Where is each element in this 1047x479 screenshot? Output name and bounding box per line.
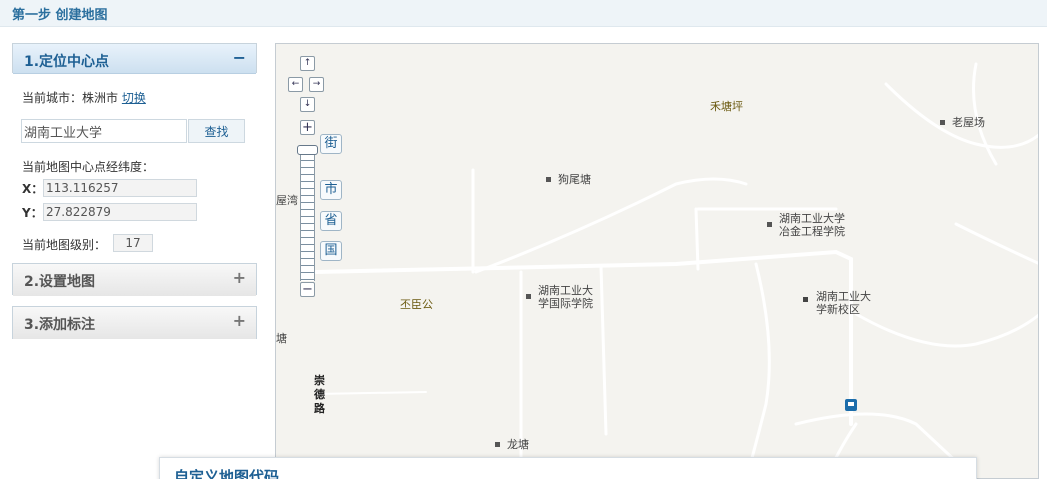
zoom-slider-track[interactable]	[300, 147, 315, 281]
map-label-chongde-1: 崇	[314, 374, 325, 387]
map-label-chongde-3: 路	[314, 402, 325, 415]
map-label-wuwan: 屋湾	[276, 194, 298, 207]
map-label-yejin-2: 冶金工程学院	[779, 225, 845, 238]
step-title: 第一步 创建地图	[12, 8, 108, 23]
step-header: 第一步 创建地图	[0, 0, 1047, 27]
section-map-settings-title: 2.设置地图	[24, 274, 96, 290]
collapse-icon[interactable]: −	[233, 48, 246, 67]
zoom-level-province[interactable]: 省	[320, 211, 342, 231]
x-coord-field[interactable]: 113.116257	[43, 179, 197, 197]
pan-left-button[interactable]: ←	[288, 77, 303, 92]
current-city-label: 当前城市：	[22, 91, 83, 105]
map-label-xinxiaoqu-2: 学新校区	[816, 303, 860, 316]
custom-map-code-title: 自定义地图代码	[174, 468, 280, 479]
poi-dot	[940, 120, 945, 125]
current-city-row: 当前城市：株洲市 切换	[22, 89, 146, 106]
map-label-guoji-2: 学国际学院	[538, 297, 593, 310]
search-input[interactable]	[21, 119, 187, 143]
map-label-chongde-2: 德	[314, 388, 325, 401]
section-map-settings: 2.设置地图 +	[12, 263, 257, 296]
zoom-level-street[interactable]: 街	[320, 134, 342, 154]
poi-dot	[546, 177, 551, 182]
section-add-markers-title: 3.添加标注	[24, 317, 96, 333]
expand-icon[interactable]: +	[233, 268, 246, 287]
zoom-level-city[interactable]: 市	[320, 180, 342, 200]
section-locate-center-header[interactable]: 1.定位中心点 −	[13, 44, 256, 74]
switch-city-link[interactable]: 切换	[122, 91, 146, 105]
y-coord-field[interactable]: 27.822879	[43, 203, 197, 221]
expand-icon[interactable]: +	[233, 311, 246, 330]
zoom-out-button[interactable]: −	[300, 282, 315, 297]
section-locate-center: 1.定位中心点 −	[12, 43, 257, 74]
poi-dot	[526, 294, 531, 299]
zoom-in-button[interactable]: +	[300, 120, 315, 135]
search-button[interactable]: 查找	[188, 119, 245, 143]
section-add-markers-header[interactable]: 3.添加标注 +	[13, 307, 256, 339]
center-coords-label: 当前地图中心点经纬度：	[22, 160, 155, 174]
map-label-yejin-1: 湖南工业大学	[779, 212, 845, 225]
map-label-guoji-1: 湖南工业大	[538, 284, 593, 297]
x-coord-label: X：	[22, 182, 44, 196]
poi-dot	[495, 442, 500, 447]
locate-panel: 当前城市：株洲市 切换 查找 当前地图中心点经纬度： X： 113.116257…	[12, 74, 257, 260]
map-label-hetangping: 禾塘坪	[710, 100, 743, 113]
custom-map-code-panel: 自定义地图代码	[159, 457, 977, 479]
map-label-gouweitang: 狗尾塘	[558, 173, 591, 186]
section-map-settings-header[interactable]: 2.设置地图 +	[13, 264, 256, 296]
zoom-slider-handle[interactable]	[297, 145, 318, 155]
poi-dot	[767, 222, 772, 227]
current-city-value: 株洲市	[82, 91, 119, 105]
pan-down-button[interactable]: ↓	[300, 97, 315, 112]
map-roads	[314, 62, 1038, 478]
pan-right-button[interactable]: →	[309, 77, 324, 92]
map-label-longtang: 龙塘	[507, 438, 529, 451]
y-coord-label: Y：	[22, 206, 43, 220]
section-add-markers: 3.添加标注 +	[12, 306, 257, 339]
zoom-level-label: 当前地图级别：	[22, 238, 107, 252]
map-label-xinxiaoqu-1: 湖南工业大	[816, 290, 871, 303]
school-icon	[803, 297, 808, 302]
map-label-laowuchang: 老屋场	[952, 116, 985, 129]
bus-stop-icon[interactable]	[845, 399, 857, 411]
map-label-pichengong: 丕臣公	[400, 298, 433, 311]
map-canvas[interactable]: ↑ ← → ↓ + − 街 市 省 国 禾塘坪 老屋场 狗尾塘 湖南工业大学 冶…	[275, 43, 1039, 479]
zoom-level-country[interactable]: 国	[320, 241, 342, 261]
section-locate-center-title: 1.定位中心点	[24, 54, 110, 70]
map-label-tang: 塘	[276, 332, 287, 345]
pan-up-button[interactable]: ↑	[300, 56, 315, 71]
zoom-level-field[interactable]: 17	[113, 234, 153, 252]
